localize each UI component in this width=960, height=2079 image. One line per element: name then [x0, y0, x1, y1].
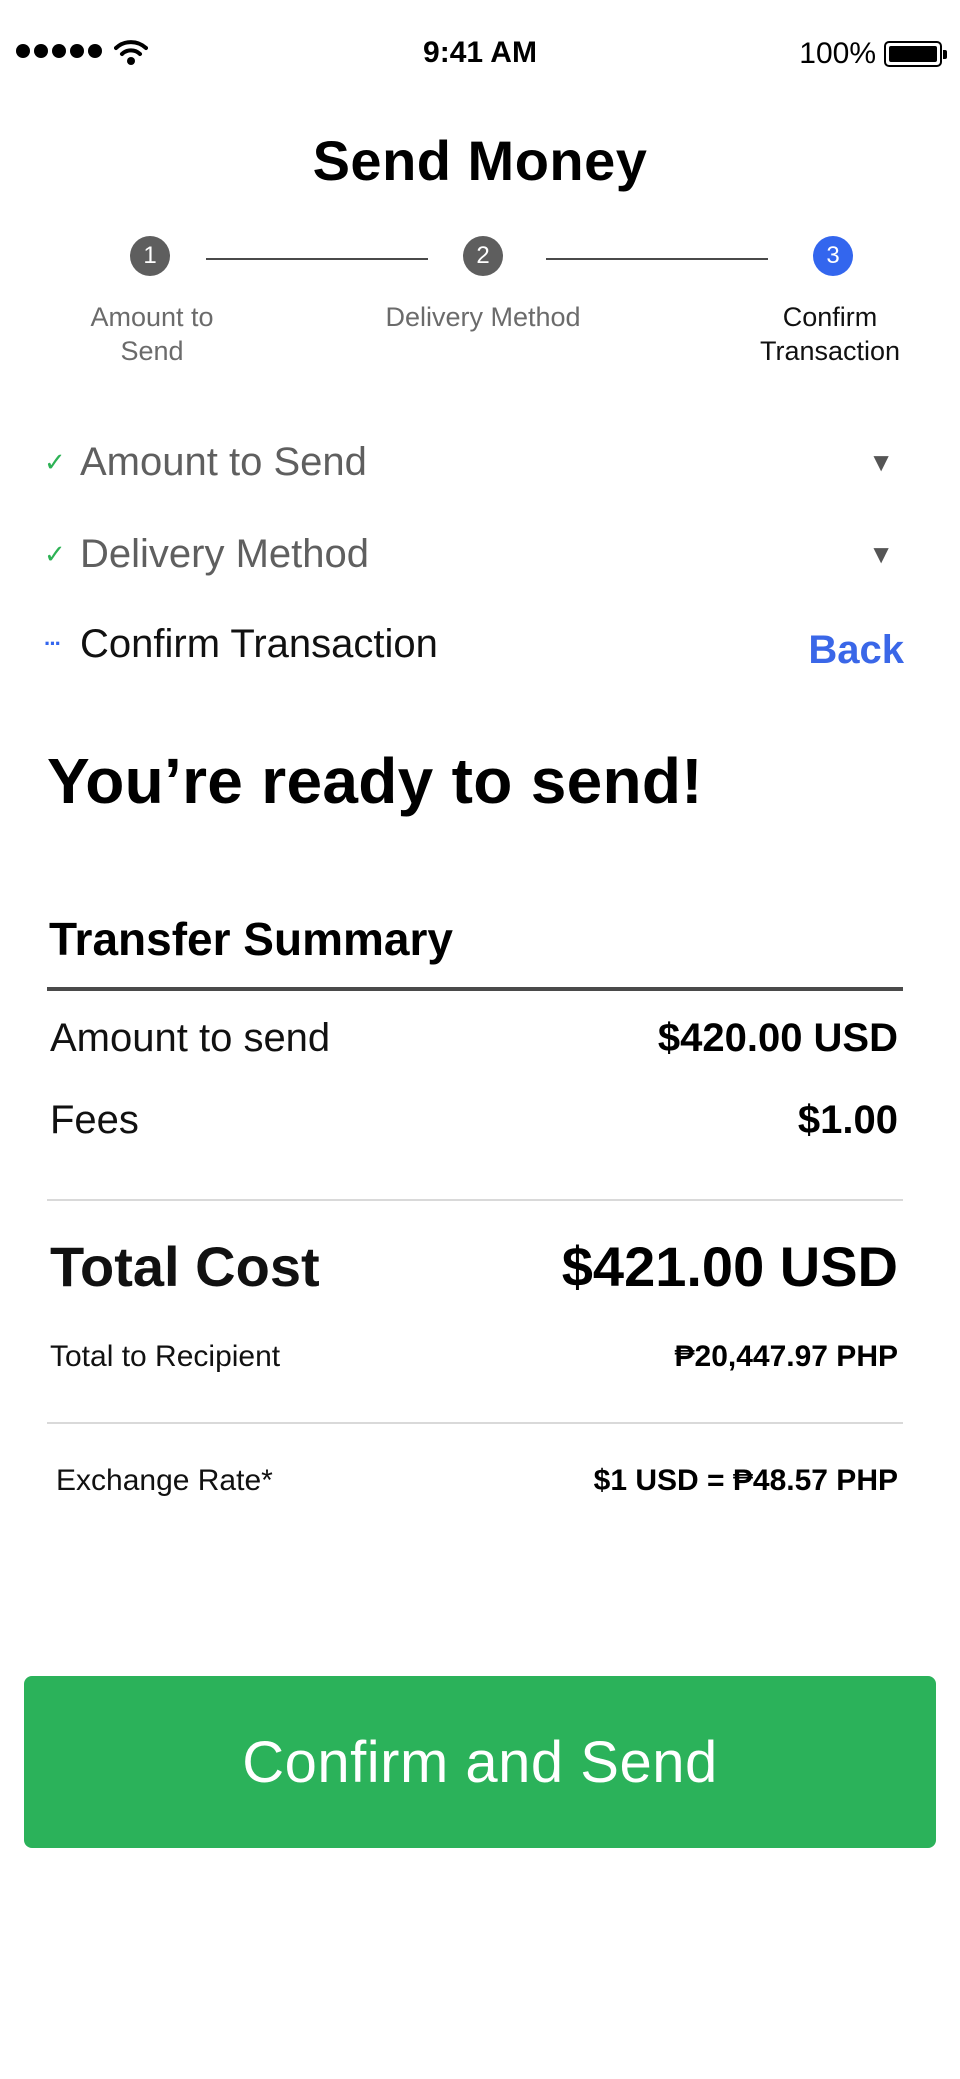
recipient-value: ₱20,447.97 PHP — [674, 1340, 899, 1373]
back-link[interactable]: Back — [808, 628, 904, 673]
divider — [47, 1199, 903, 1201]
transfer-summary-title: Transfer Summary — [49, 913, 453, 965]
progress-stepper: 1 2 3 Amount to Send Delivery Method Con… — [0, 236, 960, 376]
total-label: Total Cost — [50, 1235, 320, 1298]
exchange-rate-label: Exchange Rate* — [56, 1464, 273, 1497]
in-progress-dots-icon: ··· — [44, 631, 62, 656]
step-3-circle: 3 — [813, 236, 853, 276]
divider — [47, 1422, 903, 1424]
exchange-rate-row: Exchange Rate* $1 USD = ₱48.57 PHP — [56, 1464, 898, 1498]
confirm-and-send-button[interactable]: Confirm and Send — [24, 1676, 936, 1848]
step-3-label-line2: Transaction — [759, 336, 901, 366]
step-1-label-line2: Send — [120, 336, 184, 366]
step-2-label: Delivery Method — [373, 300, 593, 334]
progress-item-confirm: ··· Confirm Transaction Back — [44, 614, 904, 674]
amount-value: $420.00 USD — [657, 1016, 898, 1060]
caret-down-icon[interactable]: ▼ — [868, 539, 894, 570]
divider — [47, 987, 903, 991]
check-icon: ✓ — [44, 538, 66, 569]
fees-value: $1.00 — [797, 1098, 898, 1142]
step-2-label-line1: Delivery Method — [385, 302, 581, 332]
stepper-connector — [206, 258, 428, 260]
step-3-label-line1: Confirm — [782, 302, 878, 332]
battery-icon — [884, 41, 947, 67]
progress-item-amount[interactable]: ✓ Amount to Send ▼ — [44, 432, 904, 492]
fees-row: Fees $1.00 — [50, 1098, 898, 1143]
step-3-label: Confirm Transaction — [720, 300, 940, 368]
progress-item-label: Delivery Method — [80, 531, 370, 576]
page-title: Send Money — [312, 129, 648, 192]
step-1-circle: 1 — [130, 236, 170, 276]
recipient-row: Total to Recipient ₱20,447.97 PHP — [50, 1340, 898, 1374]
total-row: Total Cost $421.00 USD — [50, 1234, 898, 1299]
progress-item-delivery[interactable]: ✓ Delivery Method ▼ — [44, 524, 904, 584]
check-icon: ✓ — [44, 446, 66, 477]
amount-label: Amount to send — [50, 1016, 331, 1060]
battery-percent: 100% — [799, 37, 876, 70]
recipient-label: Total to Recipient — [50, 1340, 281, 1373]
total-value: $421.00 USD — [561, 1235, 898, 1298]
stepper-connector — [546, 258, 768, 260]
caret-down-icon[interactable]: ▼ — [868, 447, 894, 478]
step-1-label-line1: Amount to — [90, 302, 214, 332]
progress-item-label: Confirm Transaction — [80, 621, 438, 666]
progress-item-label: Amount to Send — [80, 439, 367, 484]
exchange-rate-value: $1 USD = ₱48.57 PHP — [593, 1464, 898, 1497]
amount-row: Amount to send $420.00 USD — [50, 1016, 898, 1061]
fees-label: Fees — [50, 1098, 139, 1142]
ready-heading: You’re ready to send! — [47, 745, 703, 817]
step-2-circle: 2 — [463, 236, 503, 276]
step-1-label: Amount to Send — [42, 300, 262, 368]
status-bar: 9:41 AM 100% — [0, 0, 960, 110]
